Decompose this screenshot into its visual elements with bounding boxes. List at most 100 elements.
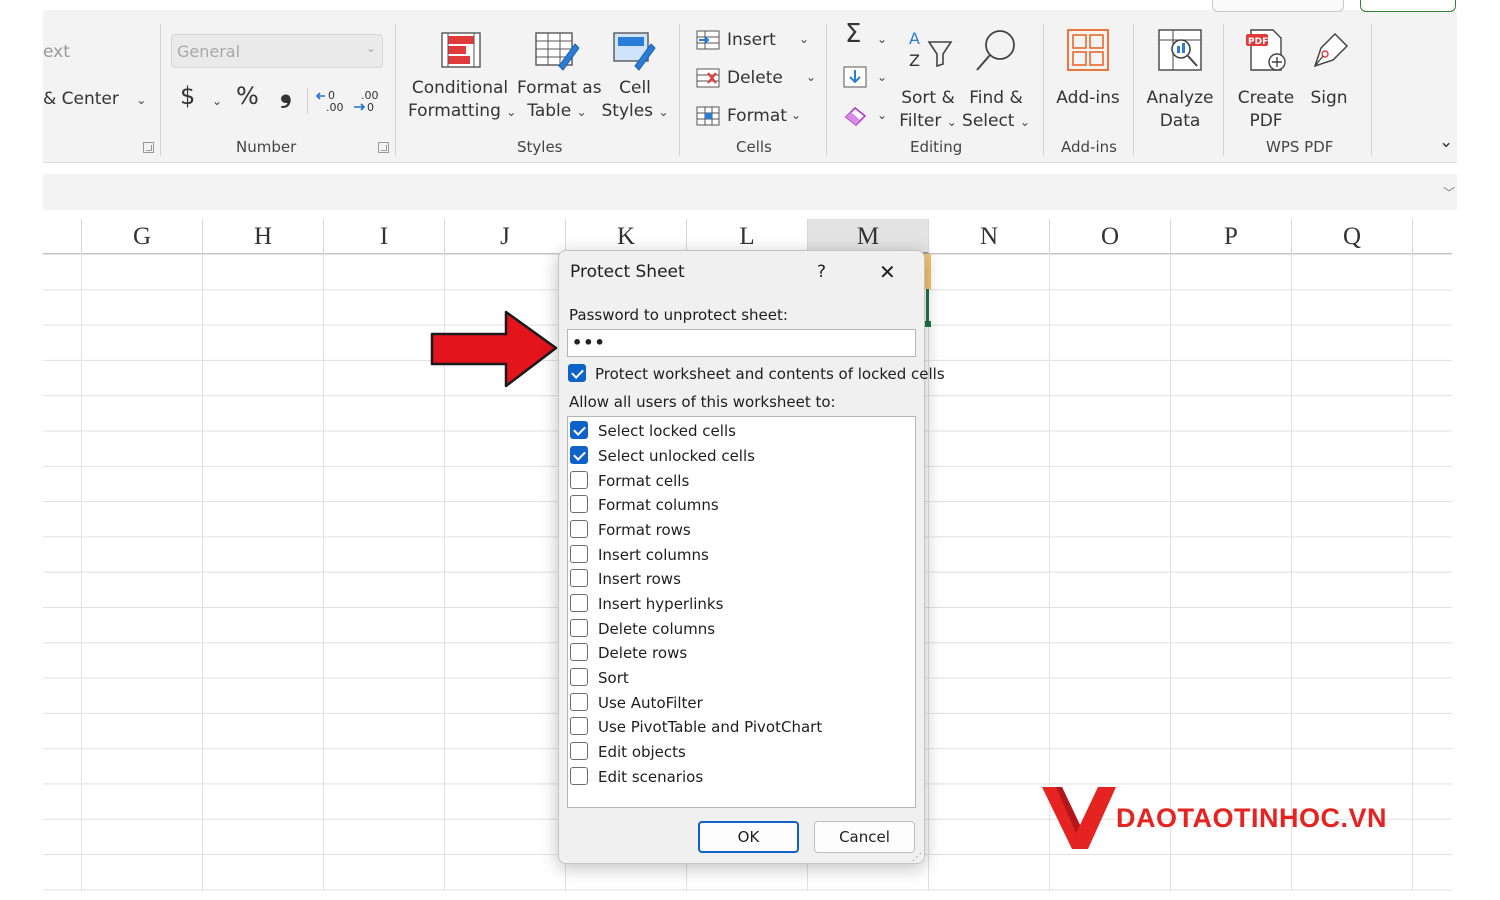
permission-checkbox[interactable] xyxy=(570,619,588,637)
chevron-down-icon[interactable]: ⌄ xyxy=(877,108,887,122)
ok-button[interactable]: OK xyxy=(698,821,799,853)
help-button[interactable]: ? xyxy=(817,262,826,282)
permission-label: Insert hyperlinks xyxy=(598,595,724,613)
analyze-data-button[interactable]: Analyze Data xyxy=(1141,28,1219,131)
currency-button[interactable]: $ xyxy=(180,84,195,108)
column-header-n[interactable]: N xyxy=(929,219,1050,254)
fill-handle[interactable] xyxy=(925,321,931,327)
collapse-ribbon-icon[interactable]: ⌄ xyxy=(1439,132,1453,152)
comma-style-button[interactable]: ❟ xyxy=(280,77,292,107)
fill-icon[interactable] xyxy=(843,66,867,88)
wps-pdf-group-label: WPS PDF xyxy=(1266,138,1334,156)
number-group-label: Number xyxy=(236,138,297,156)
search-box[interactable] xyxy=(1212,0,1344,12)
conditional-formatting-button[interactable]: Conditional Formatting ⌄ xyxy=(408,30,517,130)
group-separator xyxy=(1223,24,1224,156)
eraser-icon[interactable] xyxy=(843,104,869,126)
chevron-down-icon[interactable]: ⌄ xyxy=(877,70,887,84)
create-pdf-button[interactable]: PDF Create PDF xyxy=(1229,28,1303,131)
protect-worksheet-checkbox[interactable] xyxy=(568,364,586,382)
number-format-dropdown[interactable]: General ⌄ xyxy=(171,34,383,68)
column-header-i[interactable]: I xyxy=(324,219,445,254)
permission-checkbox[interactable] xyxy=(570,594,588,612)
alignment-launcher-icon[interactable] xyxy=(143,142,154,153)
permission-label: Insert rows xyxy=(598,570,681,588)
column-header-q[interactable]: Q xyxy=(1292,219,1413,254)
protect-worksheet-label: Protect worksheet and contents of locked… xyxy=(595,365,945,383)
analyze-data-label-2: Data xyxy=(1159,111,1201,131)
permission-checkbox[interactable] xyxy=(570,421,588,439)
formula-bar[interactable]: ﹀ xyxy=(43,174,1457,210)
editing-group-label: Editing xyxy=(910,138,963,156)
merge-center-label: & Center xyxy=(43,89,119,109)
column-header-k[interactable]: K xyxy=(566,219,687,254)
permissions-list[interactable]: Select locked cells Select unlocked cell… xyxy=(567,416,916,808)
insert-cells-button[interactable]: Insert ⌄ xyxy=(696,28,816,54)
column-header-l[interactable]: L xyxy=(687,219,808,254)
analyze-data-label-1: Analyze xyxy=(1146,88,1214,108)
column-header-g[interactable]: G xyxy=(82,219,203,254)
expand-formula-bar-icon[interactable]: ﹀ xyxy=(1443,184,1455,201)
selection-border xyxy=(926,289,929,325)
column-header-o[interactable]: O xyxy=(1050,219,1171,254)
group-separator xyxy=(395,24,396,156)
column-header-p[interactable]: P xyxy=(1171,219,1292,254)
permission-checkbox[interactable] xyxy=(570,446,588,464)
chevron-down-icon: ⌄ xyxy=(806,70,817,84)
group-separator xyxy=(679,24,680,156)
cell-styles-button[interactable]: Cell Styles ⌄ xyxy=(599,30,671,130)
column-header-j[interactable]: J xyxy=(445,219,566,254)
permission-checkbox[interactable] xyxy=(570,668,588,686)
column-header-m[interactable]: M xyxy=(808,219,929,254)
find-select-button[interactable]: Find & Select ⌄ xyxy=(961,28,1031,131)
chevron-down-icon: ⌄ xyxy=(791,108,802,122)
permission-checkbox[interactable] xyxy=(570,767,588,785)
permission-checkbox[interactable] xyxy=(570,643,588,661)
add-ins-button[interactable]: Add-ins xyxy=(1051,28,1125,128)
watermark-text: DAOTAOTINHOC.VN xyxy=(1116,803,1387,833)
format-as-table-label-1: Format as xyxy=(517,78,602,98)
format-cells-label: Format xyxy=(727,106,787,126)
conditional-formatting-label-2: Formatting ⌄ xyxy=(408,101,517,121)
close-icon[interactable]: ✕ xyxy=(879,260,896,284)
password-input[interactable]: ••• xyxy=(567,329,916,357)
percent-button[interactable]: % xyxy=(236,84,259,108)
autosum-icon[interactable]: Σ xyxy=(845,21,861,47)
permission-checkbox[interactable] xyxy=(570,717,588,735)
decrease-decimal-icon[interactable]: .00 0 xyxy=(351,88,379,114)
cell-styles-label-2: Styles ⌄ xyxy=(601,101,669,121)
column-header-partial[interactable] xyxy=(43,219,82,254)
increase-decimal-icon[interactable]: 0 .00 xyxy=(315,88,343,114)
number-separator xyxy=(307,88,308,114)
delete-cells-button[interactable]: Delete ⌄ xyxy=(696,66,816,92)
format-as-table-button[interactable]: Format as Table ⌄ xyxy=(517,30,602,130)
format-cells-icon xyxy=(696,106,720,126)
permission-checkbox[interactable] xyxy=(570,693,588,711)
sign-button[interactable]: Sign xyxy=(1303,28,1355,128)
sort-filter-button[interactable]: A Z Sort & Filter ⌄ xyxy=(899,28,957,131)
find-select-label-2: Select ⌄ xyxy=(962,111,1030,131)
permission-checkbox[interactable] xyxy=(570,569,588,587)
protect-sheet-dialog: Protect Sheet ? ✕ Password to unprotect … xyxy=(558,250,945,864)
permission-label: Select unlocked cells xyxy=(598,447,755,465)
chevron-down-icon: ⌄ xyxy=(365,41,376,55)
format-cells-button[interactable]: Format ⌄ xyxy=(696,104,816,130)
share-button[interactable] xyxy=(1360,0,1456,12)
number-format-value: General xyxy=(177,42,241,61)
cancel-button[interactable]: Cancel xyxy=(814,821,915,853)
permission-checkbox[interactable] xyxy=(570,742,588,760)
permission-checkbox[interactable] xyxy=(570,471,588,489)
chevron-down-icon[interactable]: ⌄ xyxy=(212,94,222,108)
column-header-h[interactable]: H xyxy=(203,219,324,254)
permission-checkbox[interactable] xyxy=(570,545,588,563)
permission-checkbox[interactable] xyxy=(570,495,588,513)
permission-checkbox[interactable] xyxy=(570,520,588,538)
styles-group-label: Styles xyxy=(517,138,563,156)
chevron-down-icon[interactable]: ⌄ xyxy=(877,32,887,46)
delete-cells-label: Delete xyxy=(727,68,783,88)
insert-cells-label: Insert xyxy=(727,30,776,50)
wrap-text-button[interactable]: ext xyxy=(43,42,70,62)
number-launcher-icon[interactable] xyxy=(378,142,389,153)
merge-center-button[interactable]: & Center ⌄ xyxy=(43,89,146,110)
resize-grip-icon[interactable]: ⋰ xyxy=(912,852,922,863)
